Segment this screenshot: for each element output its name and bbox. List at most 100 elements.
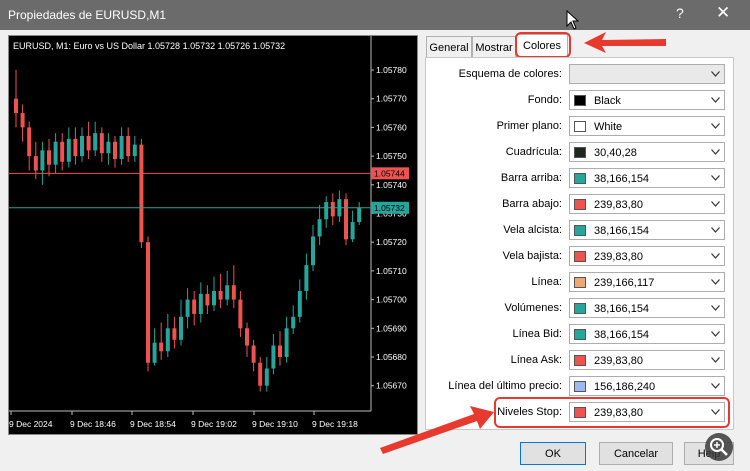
dropdown-value: 38,166,154 [594, 225, 650, 237]
color-dropdown[interactable]: 239,83,80 [569, 194, 725, 214]
candle-body [297, 290, 302, 317]
candle-body [80, 136, 84, 157]
property-label: Barra abajo: [502, 198, 562, 210]
candle-body [99, 133, 104, 154]
chart-svg: EURUSD, M1: Euro vs US Dollar 1.05728 1.… [9, 36, 409, 429]
candle-body [251, 345, 256, 363]
candle-body [20, 113, 25, 128]
colors-panel [425, 57, 734, 430]
color-dropdown[interactable]: 38,166,154 [569, 324, 725, 344]
candle-body [311, 236, 315, 266]
color-dropdown[interactable]: 30,40,28 [569, 142, 725, 162]
candle-body [185, 299, 190, 317]
price-tick-label: 1.05770 [376, 94, 407, 104]
candle-body [139, 144, 144, 243]
candle-body [27, 127, 32, 157]
annotation-highlight-row [494, 397, 730, 428]
annotation-arrow-icon [380, 406, 494, 454]
price-tick-label: 1.05690 [376, 323, 407, 333]
annotation-highlight-tab [515, 32, 571, 58]
dropdown-value: 239,83,80 [594, 251, 643, 263]
candle-body [93, 133, 98, 151]
cancel-button[interactable]: Cancelar [599, 442, 673, 465]
chevron-down-icon [711, 71, 720, 77]
zoom-icon [705, 433, 733, 461]
color-swatch [574, 329, 586, 340]
candle-body [86, 136, 91, 151]
window-title: Propiedades de EURUSD,M1 [8, 8, 167, 22]
time-tick-label: 9 Dec 18:54 [130, 419, 176, 429]
property-label: Línea Bid: [512, 328, 562, 340]
candle-body [198, 293, 203, 314]
chevron-down-icon [711, 97, 720, 103]
candle-body [179, 316, 183, 340]
dropdown-value: Black [594, 95, 621, 107]
price-tick-label: 1.05700 [376, 295, 407, 305]
candle-body [205, 293, 210, 306]
color-dropdown[interactable]: 38,166,154 [569, 298, 725, 318]
candle-body [258, 362, 263, 386]
property-label: Cuadrícula: [505, 146, 562, 158]
candle-body [192, 299, 197, 314]
property-label: Vela alcista: [503, 224, 562, 236]
time-tick-label: 9 Dec 19:02 [191, 419, 237, 429]
candle-body [132, 144, 137, 157]
candle-body [146, 242, 150, 363]
candle-body [304, 265, 309, 291]
color-dropdown[interactable]: 239,83,80 [569, 350, 725, 370]
candle-body [271, 345, 276, 369]
candle-body [33, 156, 38, 171]
help-title-button[interactable]: ? [676, 5, 684, 21]
bid-price-label: 1.05732 [374, 203, 405, 213]
chevron-down-icon [711, 227, 720, 233]
chart-header: EURUSD, M1: Euro vs US Dollar 1.05728 1.… [13, 41, 285, 51]
color-swatch [574, 381, 586, 392]
candle-body [119, 136, 124, 159]
color-dropdown[interactable]: 38,166,154 [569, 168, 725, 188]
mouse-cursor-icon [566, 10, 580, 30]
color-dropdown[interactable]: 38,166,154 [569, 220, 725, 240]
dropdown-value: 239,166,117 [594, 277, 655, 289]
candle-body [238, 299, 243, 329]
candle-body [152, 342, 157, 363]
chevron-down-icon [711, 175, 720, 181]
candle-body [60, 141, 65, 162]
color-swatch [574, 147, 586, 158]
chevron-down-icon [711, 253, 720, 259]
color-swatch [574, 277, 586, 288]
tab-mostrar[interactable]: Mostrar [472, 36, 516, 58]
color-dropdown[interactable] [569, 64, 725, 84]
color-swatch [574, 355, 586, 366]
property-label: Barra arriba: [500, 172, 562, 184]
dropdown-value: 156,186,240 [594, 381, 656, 393]
candle-body [40, 150, 45, 171]
candle-body [172, 328, 177, 340]
property-label: Esquema de colores: [458, 68, 562, 80]
candle-body [53, 141, 58, 165]
color-dropdown[interactable]: 239,166,117 [569, 272, 725, 292]
price-tick-label: 1.05780 [376, 65, 407, 75]
close-button[interactable]: ✕ [716, 3, 730, 23]
chevron-down-icon [711, 383, 720, 389]
candle-body [165, 328, 170, 352]
chart-preview: EURUSD, M1: Euro vs US Dollar 1.05728 1.… [8, 35, 418, 435]
color-swatch [574, 225, 586, 236]
color-swatch [574, 199, 586, 210]
color-dropdown[interactable]: 156,186,240 [569, 376, 725, 396]
candle-body [344, 199, 348, 240]
color-dropdown[interactable]: 239,83,80 [569, 246, 725, 266]
candle-body [278, 345, 282, 357]
time-tick-label: 9 Dec 2024 [9, 419, 53, 429]
color-swatch [574, 173, 586, 184]
tab-general[interactable]: General [426, 36, 472, 58]
dropdown-value: 30,40,28 [594, 147, 637, 159]
color-dropdown[interactable]: Black [569, 90, 725, 110]
annotation-arrow-icon [584, 32, 666, 53]
dropdown-value: 38,166,154 [594, 303, 650, 315]
color-dropdown[interactable]: White [569, 116, 725, 136]
chevron-down-icon [711, 279, 720, 285]
chevron-down-icon [711, 331, 720, 337]
ok-button[interactable]: OK [520, 442, 586, 465]
candle-body [330, 202, 335, 217]
dropdown-value: 38,166,154 [594, 173, 650, 185]
